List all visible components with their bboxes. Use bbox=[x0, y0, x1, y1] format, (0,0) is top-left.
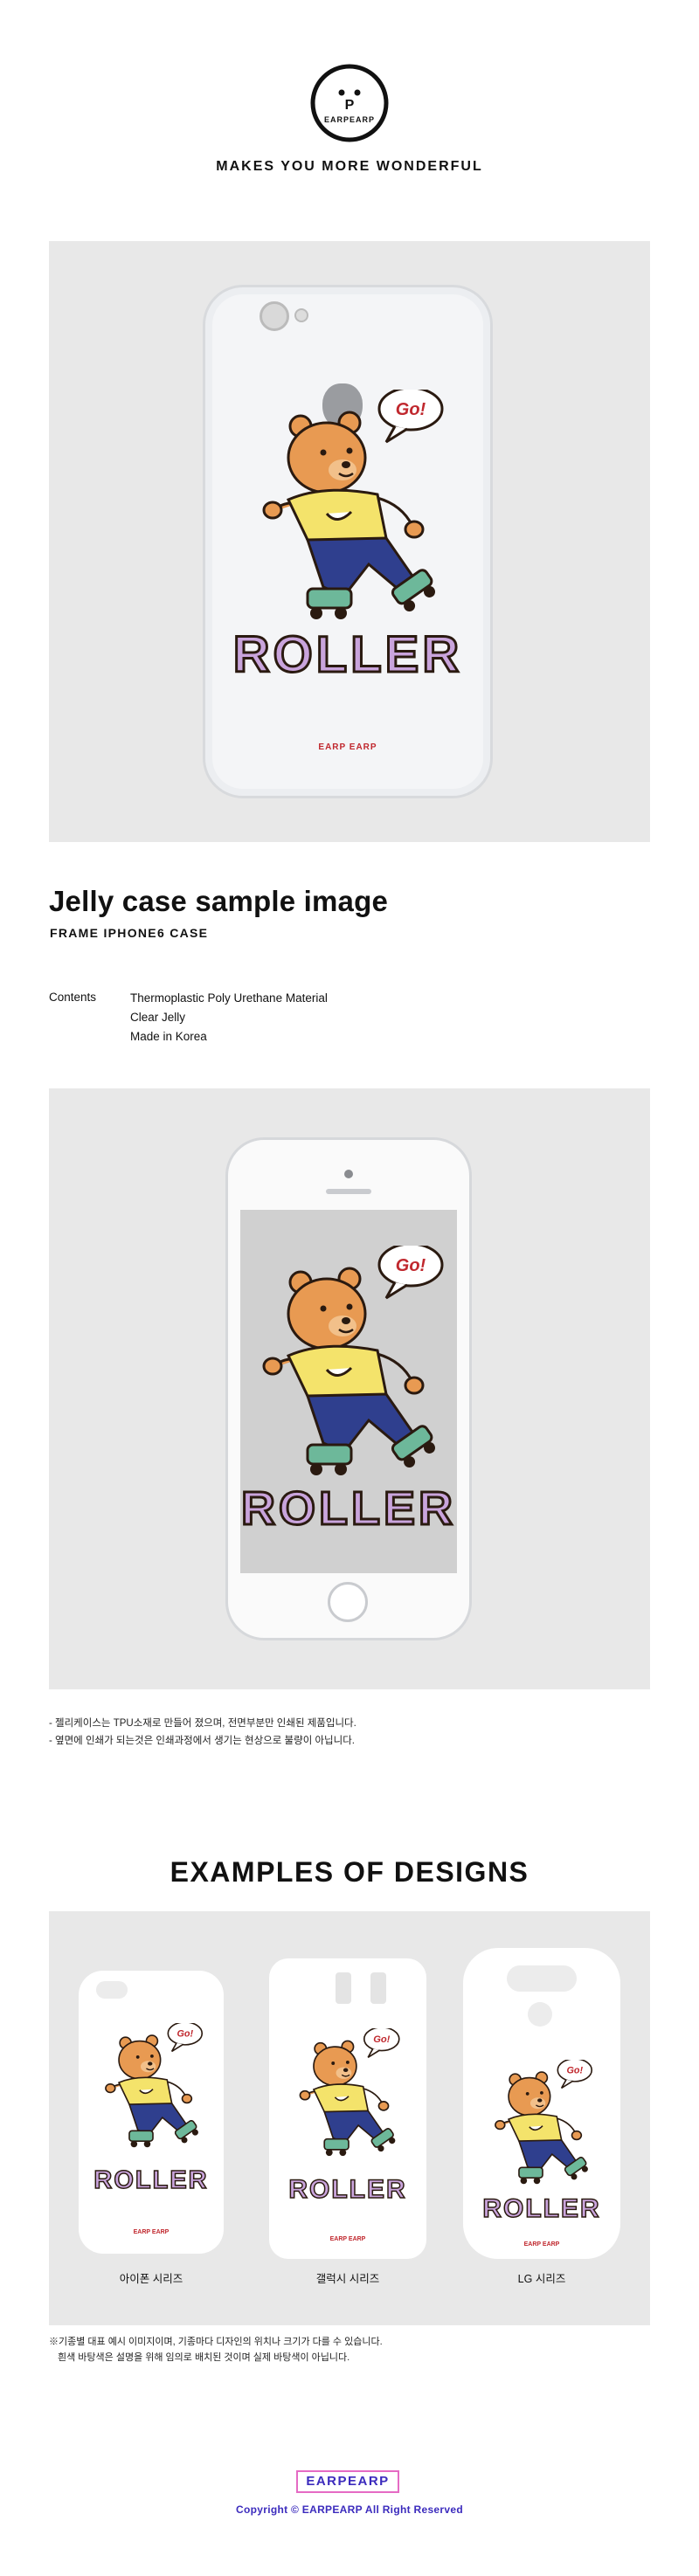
contents-item: Made in Korea bbox=[130, 1030, 207, 1043]
examples-panel: Go! ROLLER EARP EARP Go! ROLLER EARP EAR… bbox=[49, 1911, 650, 2325]
roller-word: ROLLER bbox=[232, 625, 463, 685]
brand-logo-letter: P bbox=[344, 98, 355, 113]
bear-roller-art: Go! bbox=[105, 2023, 204, 2149]
note-line: - 옆면에 인쇄가 되는것은 인쇄과정에서 생기는 현상으로 불량이 아닙니다. bbox=[49, 1736, 355, 1746]
examples-footnote: 흰색 바탕색은 설명을 위해 임의로 배치된 것이며 실제 바탕색이 아닙니다. bbox=[58, 2352, 350, 2363]
front-view-panel: Go! ROLLER bbox=[49, 1088, 650, 1689]
roller-word: ROLLER bbox=[288, 2174, 407, 2205]
examples-footnote: ※기종별 대표 예시 이미지이며, 기종마다 디자인의 위치나 크기가 다를 수… bbox=[49, 2337, 383, 2347]
caption-lg: LG 시리즈 bbox=[517, 2273, 566, 2285]
camera-icon bbox=[260, 301, 289, 331]
speaker-grille bbox=[326, 1189, 371, 1194]
contents-item: Thermoplastic Poly Urethane Material bbox=[130, 991, 328, 1005]
caption-galaxy: 갤럭시 시리즈 bbox=[315, 2273, 380, 2285]
caption-iphone: 아이폰 시리즈 bbox=[119, 2273, 183, 2285]
fingerprint-icon bbox=[528, 2002, 552, 2027]
case-print-label: EARP EARP bbox=[523, 2241, 560, 2248]
bear-roller-art: Go! bbox=[262, 1246, 444, 1477]
flash-icon bbox=[294, 308, 308, 322]
product-title: Jelly case sample image bbox=[49, 885, 389, 917]
iphone-example-case: Go! ROLLER EARP EARP bbox=[79, 1971, 224, 2254]
roller-word: ROLLER bbox=[482, 2193, 601, 2224]
footer-brand: EARPEARP bbox=[296, 2470, 399, 2493]
camera-icon bbox=[370, 1972, 386, 2004]
examples-title: EXAMPLES OF DESIGNS bbox=[170, 1856, 529, 1888]
brand-logo-text: EARPEARP bbox=[323, 115, 375, 124]
bear-roller-art: Go! bbox=[299, 2028, 400, 2157]
bear-roller-art: Go! bbox=[262, 390, 444, 621]
speech-text: Go! bbox=[176, 2029, 193, 2040]
copyright: Copyright © EARPEARP All Right Reserved bbox=[236, 2503, 463, 2516]
case-print-label: EARP EARP bbox=[133, 2229, 170, 2235]
tagline: MAKES YOU MORE WONDERFUL bbox=[216, 159, 483, 174]
speech-text: Go! bbox=[396, 400, 426, 419]
contents-item: Clear Jelly bbox=[130, 1011, 186, 1024]
camera-icon bbox=[336, 1972, 351, 2004]
roller-word: ROLLER bbox=[240, 1481, 456, 1537]
galaxy-example-case: Go! ROLLER EARP EARP bbox=[269, 1958, 426, 2259]
case-photo-panel: Go! ROLLER EARP EARP bbox=[49, 241, 650, 842]
bear-roller-art: Go! bbox=[495, 2060, 593, 2186]
lg-example-case: Go! ROLLER EARP EARP bbox=[463, 1948, 620, 2259]
camera-icon bbox=[507, 1965, 577, 1992]
home-button-icon[interactable] bbox=[328, 1582, 368, 1622]
contents-label: Contents bbox=[49, 991, 97, 1004]
speech-text: Go! bbox=[396, 1256, 426, 1275]
camera-icon bbox=[96, 1981, 128, 1999]
case-print-label: EARP EARP bbox=[318, 742, 377, 752]
brand-logo: P EARPEARP bbox=[309, 63, 390, 143]
front-camera-icon bbox=[344, 1170, 353, 1178]
case-print-label: EARP EARP bbox=[329, 2236, 366, 2242]
note-line: - 젤리케이스는 TPU소재로 만들어 졌으며, 전면부분만 인쇄된 제품입니다… bbox=[49, 1718, 356, 1729]
roller-word: ROLLER bbox=[93, 2165, 209, 2195]
product-subtitle: FRAME IPHONE6 CASE bbox=[50, 926, 209, 940]
speech-text: Go! bbox=[566, 2066, 583, 2076]
speech-text: Go! bbox=[373, 2034, 390, 2045]
